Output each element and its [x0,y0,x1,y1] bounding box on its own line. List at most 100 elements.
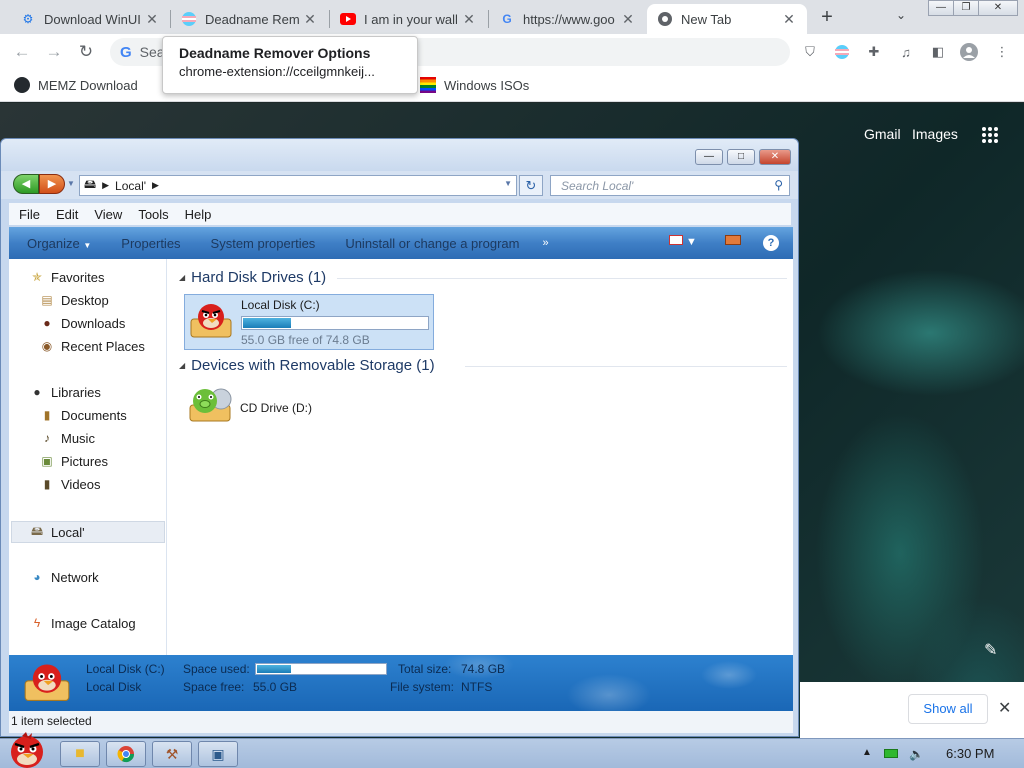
history-dropdown-icon[interactable]: ▼ [67,179,75,188]
breadcrumb-arrow-icon[interactable]: ▶ [152,180,159,191]
trans-flag-extension-icon[interactable] [833,43,851,61]
gmail-link[interactable]: Gmail [864,126,901,142]
nav-image-catalog[interactable]: ϟ Image Catalog [29,615,136,631]
uninstall-program-button[interactable]: Uninstall or change a program [330,236,534,251]
close-icon[interactable]: ✕ [144,11,160,28]
extension-tooltip: Deadname Remover Options chrome-extensio… [162,36,418,94]
close-icon[interactable]: ✕ [461,11,477,28]
bookmark-windows-isos[interactable]: Windows ISOs [420,77,529,93]
details-drive-name: Local Disk (C:) [86,662,165,676]
properties-button[interactable]: Properties [106,236,195,251]
profile-avatar-icon[interactable] [960,43,978,61]
view-options-icon[interactable]: ▼ [669,235,697,248]
nav-pictures[interactable]: ▣ Pictures [39,453,108,469]
nav-desktop[interactable]: ▤ Desktop [39,292,108,308]
kebab-menu-icon[interactable]: ⋮ [993,43,1011,61]
drive-local-disk-c[interactable]: Local Disk (C:) 55.0 GB free of 74.8 GB [184,294,434,350]
nav-recent-places[interactable]: ◉ Recent Places [39,338,145,354]
menu-view[interactable]: View [84,207,128,222]
menu-help[interactable]: Help [175,207,218,222]
refresh-button[interactable]: ↻ [519,175,543,196]
menu-edit[interactable]: Edit [46,207,84,222]
clock[interactable]: 6:30 PM [946,746,994,761]
computer-icon: 🖴 [84,177,97,191]
apps-grid-icon[interactable] [982,127,998,143]
address-bar[interactable]: 🖴 ▶ Local' ▶ ▼ [79,175,517,196]
battery-icon[interactable] [884,747,898,761]
bookmark-memz[interactable]: MEMZ Download [14,77,138,93]
tab-new-tab[interactable]: New Tab ✕ [647,4,807,34]
close-window-button[interactable]: ✕ [759,149,791,165]
forward-arrow-icon[interactable]: → [44,42,64,62]
drive-cd-d[interactable]: CD Drive (D:) [184,385,384,429]
nav-label: Documents [61,407,127,423]
system-properties-button[interactable]: System properties [196,236,331,251]
collapse-triangle-icon[interactable]: ◢ [179,273,185,282]
nav-favorites[interactable]: ✯ Favorites [29,269,105,285]
close-icon[interactable]: ✕ [781,11,797,28]
close-icon[interactable]: ✕ [998,698,1011,718]
trans-flag-icon [181,11,197,27]
start-button-angry-bird-icon[interactable] [4,731,50,768]
search-input[interactable]: Search Local' ⚲ [550,175,790,196]
nav-music[interactable]: ♪ Music [39,430,95,446]
nav-downloads[interactable]: ● Downloads [39,315,125,331]
tab-google[interactable]: G https://www.goo ✕ [489,4,646,34]
minimize-button[interactable]: — [928,0,954,16]
minimize-button[interactable]: — [695,149,723,165]
close-icon[interactable]: ✕ [620,11,636,28]
nav-network[interactable]: ◕ Network [29,569,98,585]
breadcrumb-local[interactable]: Local' [115,179,146,193]
tray-expand-icon[interactable]: ▲ [862,747,872,758]
nav-videos[interactable]: ▮ Videos [39,476,101,492]
tab-search-icon[interactable]: ⌄ [896,8,906,22]
breadcrumb-arrow-icon[interactable]: ▶ [102,180,109,191]
menu-tools[interactable]: Tools [128,207,174,222]
maximize-button[interactable]: □ [727,149,755,165]
music-icon: ♪ [44,431,50,445]
volume-icon[interactable]: 🔈 [909,747,924,761]
taskbar-slingshot-button[interactable]: ⚒ [152,741,192,767]
gear-icon: ⚙ [22,12,34,26]
taskbar-explorer-button[interactable]: ■ [60,741,100,767]
nav-libraries[interactable]: ● Libraries [29,384,100,400]
new-tab-button[interactable]: + [816,6,838,28]
puzzle-extensions-icon[interactable]: ✚ [865,43,883,61]
tab-deadname-remover[interactable]: Deadname Rem ✕ [171,4,328,34]
taskbar-chrome-button[interactable] [106,741,146,767]
restore-button[interactable]: ❐ [953,0,979,16]
nav-computer[interactable]: 🖴 Local' [29,524,85,540]
help-button[interactable]: ? [763,235,779,251]
documents-icon: ▮ [43,408,51,422]
close-window-button[interactable]: ✕ [978,0,1018,16]
images-link[interactable]: Images [912,126,958,142]
back-button[interactable]: ◀ [13,174,39,194]
search-icon[interactable]: ⚲ [774,178,783,192]
tab-download-winui[interactable]: ⚙ Download WinUI ✕ [10,4,170,34]
group-header-removable[interactable]: ◢ Devices with Removable Storage (1) [179,357,435,374]
bookmarks-bar: MEMZ Download Windows ISOs [0,70,1024,102]
preview-pane-icon[interactable] [725,235,741,248]
close-icon[interactable]: ✕ [302,11,318,28]
nav-documents[interactable]: ▮ Documents [39,407,127,423]
menu-file[interactable]: File [9,207,46,222]
taskbar-computer-button[interactable]: ▣ [198,741,238,767]
organize-button[interactable]: Organize ▼ [9,236,106,251]
more-commands-button[interactable]: » [534,237,556,249]
nav-label: Recent Places [61,338,145,354]
explorer-titlebar[interactable]: — □ ✕ [1,139,798,171]
shield-extension-icon[interactable]: ⛉ [801,43,819,61]
media-control-icon[interactable]: ♫ [897,43,915,61]
group-header-hdd[interactable]: ◢ Hard Disk Drives (1) [179,269,326,286]
details-total-size-value: 74.8 GB [461,662,506,676]
reload-icon[interactable]: ↻ [76,42,96,62]
show-all-button[interactable]: Show all [908,694,988,724]
tab-youtube[interactable]: I am in your wall ✕ [330,4,487,34]
content-pane: ◢ Hard Disk Drives (1) Local Disk (C:) 5… [169,259,793,655]
forward-button[interactable]: ▶ [39,174,65,194]
side-panel-icon[interactable]: ◧ [929,43,947,61]
collapse-triangle-icon[interactable]: ◢ [179,361,185,370]
address-dropdown-icon[interactable]: ▼ [504,179,512,188]
pencil-icon[interactable]: ✎ [984,640,997,660]
back-arrow-icon[interactable]: ← [12,42,32,62]
